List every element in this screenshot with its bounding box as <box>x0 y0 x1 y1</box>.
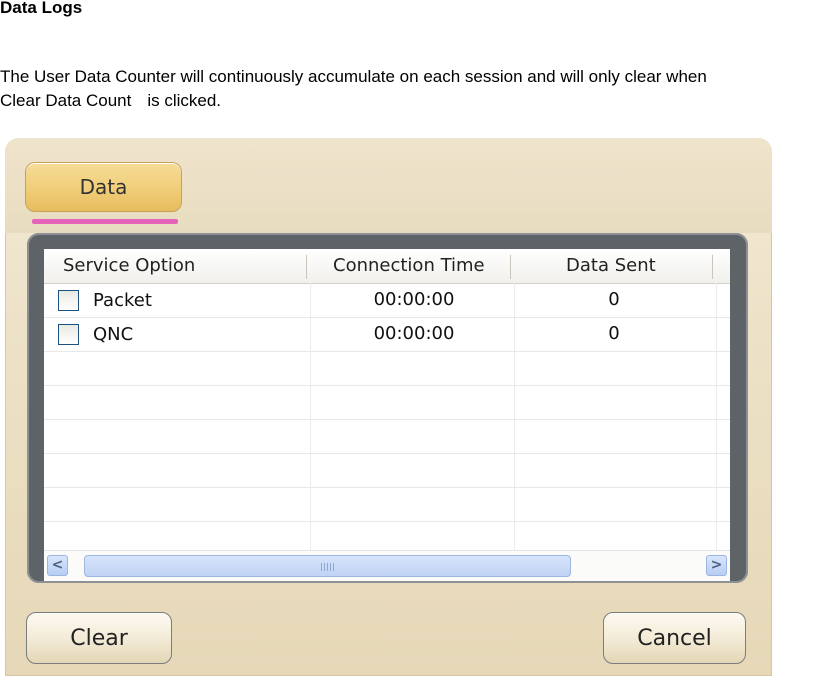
empty-row <box>44 453 730 488</box>
column-header-data-sent[interactable]: Data Sent <box>566 249 656 283</box>
service-name: Packet <box>93 289 152 311</box>
empty-row <box>44 487 730 522</box>
connection-time-value: 00:00:00 <box>373 323 455 344</box>
empty-row <box>44 385 730 420</box>
data-logs-dialog: Data Service Option Connection Time Data… <box>5 138 772 676</box>
column-divider[interactable] <box>510 255 511 279</box>
column-divider[interactable] <box>712 255 713 279</box>
doc-heading: Data Logs <box>0 0 83 17</box>
grip-icon <box>321 563 335 571</box>
is-clicked-text: is clicked. <box>147 91 222 110</box>
table-row[interactable]: QNC 00:00:00 0 <box>44 317 730 352</box>
doc-paragraph-line-1: The User Data Counter will continuously … <box>0 67 707 86</box>
connection-time-value: 00:00:00 <box>373 289 455 310</box>
empty-row <box>44 419 730 454</box>
column-header-connection-time[interactable]: Connection Time <box>333 249 485 283</box>
data-sent-value: 0 <box>608 323 620 344</box>
doc-paragraph-line-2: Clear Data Count is clicked. <box>0 91 221 111</box>
data-table: Service Option Connection Time Data Sent… <box>44 249 730 581</box>
column-divider[interactable] <box>306 255 307 279</box>
horizontal-scrollbar[interactable]: < > <box>44 550 730 581</box>
service-name: QNC <box>93 323 134 345</box>
qnc-checkbox[interactable] <box>58 323 79 345</box>
empty-row <box>44 351 730 386</box>
data-sent-value: 0 <box>608 289 620 310</box>
scroll-right-icon[interactable]: > <box>706 555 727 576</box>
cancel-button[interactable]: Cancel <box>603 612 746 664</box>
table-row[interactable]: Packet 00:00:00 0 <box>44 283 730 318</box>
scroll-left-icon[interactable]: < <box>47 555 68 576</box>
table-panel: Service Option Connection Time Data Sent… <box>27 233 748 583</box>
clear-data-count-ref: Clear Data Count <box>0 91 132 110</box>
tab-active-indicator <box>32 219 178 224</box>
column-header-service-option[interactable]: Service Option <box>63 249 195 283</box>
packet-checkbox[interactable] <box>58 289 79 311</box>
clear-button[interactable]: Clear <box>26 612 172 664</box>
tab-data[interactable]: Data <box>25 162 182 212</box>
scrollbar-thumb[interactable] <box>84 555 571 577</box>
table-header: Service Option Connection Time Data Sent <box>44 249 730 284</box>
